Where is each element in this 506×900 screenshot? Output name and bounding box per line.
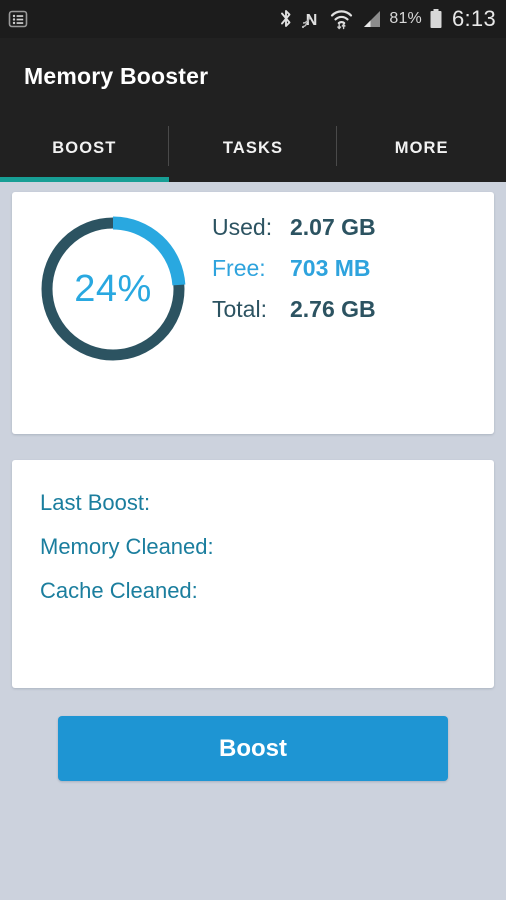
history-row-memory-cleaned: Memory Cleaned: — [40, 534, 230, 560]
bluetooth-icon — [278, 8, 294, 30]
stat-total-value: 2.76 GB — [290, 296, 376, 322]
wifi-icon — [330, 8, 353, 30]
memory-card: 24% Used: 2.07 GB Free: 703 MB Total: 2.… — [12, 192, 494, 434]
memory-stats-list: Used: 2.07 GB Free: 703 MB Total: 2.76 G… — [212, 214, 376, 337]
tab-boost[interactable]: BOOST — [0, 114, 169, 182]
stat-row-total: Total: 2.76 GB — [212, 296, 376, 323]
tab-boost-label: BOOST — [52, 138, 117, 157]
status-bar-left — [8, 9, 28, 29]
history-cache-cleaned-key: Cache Cleaned: — [40, 578, 198, 603]
tab-tasks-label: TASKS — [222, 138, 284, 157]
clock-label: 6:13 — [451, 6, 496, 31]
stat-row-used: Used: 2.07 GB — [212, 214, 376, 241]
stat-used-value: 2.07 GB — [290, 214, 376, 240]
notification-list-icon — [8, 9, 28, 29]
tab-more[interactable]: MORE — [337, 114, 506, 182]
stat-free-value: 703 MB — [290, 255, 371, 281]
tab-bar: BOOST TASKS MORE — [0, 114, 506, 182]
boost-history-list: Last Boost: Memory Cleaned: Cache Cleane… — [40, 490, 230, 622]
boost-button[interactable]: Boost — [58, 716, 448, 781]
gauge-percent-label: 24% — [74, 267, 152, 310]
phone-screen: N 81% 6:13 Memory Booster BOOST TASKS MO… — [0, 0, 506, 900]
stat-total-key: Total: — [212, 296, 267, 322]
cellular-signal-icon — [360, 8, 382, 30]
memory-usage-gauge: 24% — [34, 210, 192, 368]
history-last-boost-key: Last Boost: — [40, 490, 151, 515]
history-row-last-boost: Last Boost: — [40, 490, 230, 516]
history-row-cache-cleaned: Cache Cleaned: — [40, 578, 230, 604]
nfc-icon: N — [301, 8, 323, 30]
history-memory-cleaned-key: Memory Cleaned: — [40, 534, 214, 559]
stat-row-free: Free: 703 MB — [212, 255, 376, 282]
tab-more-label: MORE — [394, 138, 449, 157]
battery-percent-label: 81% — [389, 10, 422, 27]
status-bar-right: N 81% 6:13 — [278, 6, 496, 32]
stat-used-key: Used: — [212, 214, 273, 240]
battery-icon — [429, 8, 443, 30]
action-bar: Memory Booster — [0, 38, 506, 114]
boost-history-card: Last Boost: Memory Cleaned: Cache Cleane… — [12, 460, 494, 688]
status-bar: N 81% 6:13 — [0, 0, 506, 38]
tab-tasks[interactable]: TASKS — [169, 114, 338, 182]
stat-free-key: Free: — [212, 255, 266, 281]
tab-active-indicator — [0, 177, 169, 182]
page-title: Memory Booster — [24, 62, 209, 89]
